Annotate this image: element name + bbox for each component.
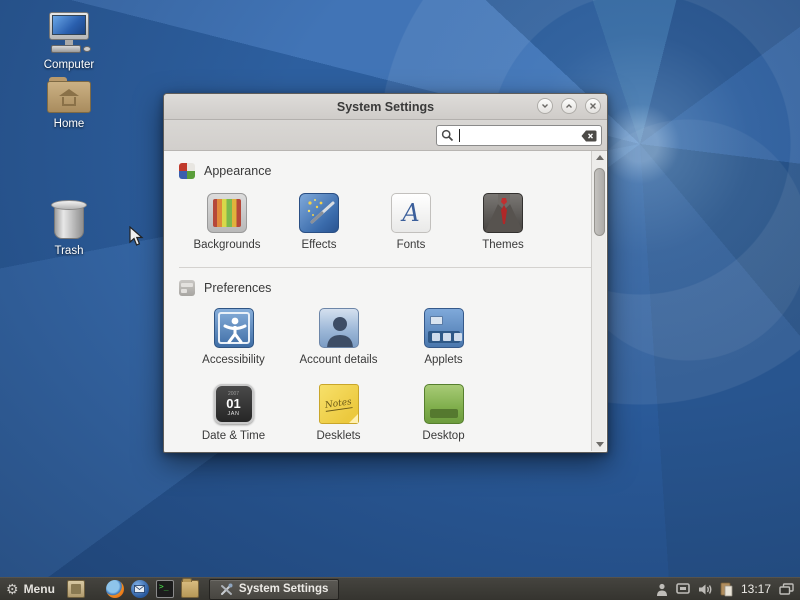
applets-label: Applets	[424, 354, 462, 366]
search-input[interactable]	[460, 129, 581, 143]
system-tray: 13:17	[656, 578, 800, 600]
appearance-section-label: Appearance	[204, 164, 271, 178]
home-folder-icon	[47, 75, 91, 115]
account-details-label: Account details	[300, 354, 378, 366]
system-settings-task-icon	[220, 583, 233, 596]
preferences-grid-row1: Accessibility Account details	[181, 308, 606, 366]
taskbar-launchers	[67, 580, 199, 598]
settings-item-accessibility[interactable]: Accessibility	[181, 308, 286, 366]
search-toolbar	[164, 120, 607, 151]
task-button-system-settings[interactable]: System Settings	[209, 579, 339, 600]
desktop-icon-computer[interactable]: Computer	[26, 12, 112, 71]
desktop-icon-home[interactable]: Home	[26, 75, 112, 130]
window-controls	[537, 98, 601, 114]
section-header-appearance: Appearance	[179, 163, 606, 179]
vertical-scrollbar[interactable]	[591, 151, 606, 451]
clear-search-icon[interactable]	[581, 130, 597, 142]
section-header-preferences: Preferences	[179, 280, 606, 296]
desktop-icon-trash[interactable]: Trash	[26, 200, 112, 257]
user-applet-icon[interactable]	[656, 583, 668, 596]
mail-client-icon[interactable]	[131, 580, 149, 598]
menu-gear-icon: ⚙	[6, 582, 19, 596]
volume-applet-icon[interactable]	[698, 583, 712, 596]
system-settings-window: System Settings	[163, 93, 608, 453]
date-time-label: Date & Time	[202, 430, 265, 442]
mouse-cursor	[129, 226, 144, 252]
settings-content: Appearance Backgrounds	[165, 151, 606, 451]
backgrounds-icon	[207, 193, 247, 233]
clock[interactable]: 13:17	[741, 582, 771, 596]
search-box[interactable]	[436, 125, 602, 146]
minimize-button[interactable]	[537, 98, 553, 114]
window-titlebar[interactable]: System Settings	[164, 94, 607, 120]
file-manager-icon[interactable]	[181, 580, 199, 598]
fonts-label: Fonts	[397, 239, 426, 251]
desktop-settings-icon	[424, 384, 464, 424]
menu-button[interactable]: ⚙ Menu	[0, 578, 63, 600]
fonts-icon-letter: A	[402, 201, 419, 225]
task-button-label: System Settings	[239, 583, 328, 595]
settings-item-date-time[interactable]: 2007 01 JAN Date & Time	[181, 384, 286, 442]
settings-item-effects[interactable]: Effects	[273, 193, 365, 251]
section-divider	[179, 267, 592, 268]
applets-icon	[424, 308, 464, 348]
scrollbar-up-arrow[interactable]	[592, 151, 606, 164]
trash-bin-icon	[49, 200, 89, 242]
desklets-label: Desklets	[316, 430, 360, 442]
effects-icon	[299, 193, 339, 233]
settings-item-desktop[interactable]: Desktop	[391, 384, 496, 442]
date-icon-day: 01	[226, 397, 240, 411]
accessibility-icon	[214, 308, 254, 348]
scrollbar-down-arrow[interactable]	[592, 438, 606, 451]
fonts-icon: A	[391, 193, 431, 233]
window-list-applet-icon[interactable]	[779, 583, 794, 595]
settings-item-account-details[interactable]: Account details	[286, 308, 391, 366]
themes-icon	[483, 193, 523, 233]
terminal-icon[interactable]	[156, 580, 174, 598]
taskbar: ⚙ Menu System Settings 13:17	[0, 577, 800, 600]
appearance-grid: Backgrounds Effects	[181, 193, 606, 251]
settings-item-applets[interactable]: Applets	[391, 308, 496, 366]
settings-item-themes[interactable]: Themes	[457, 193, 549, 251]
trash-icon-label: Trash	[55, 245, 84, 257]
window-title: System Settings	[337, 100, 434, 114]
settings-item-desklets[interactable]: Notes Desklets	[286, 384, 391, 442]
preferences-section-label: Preferences	[204, 281, 271, 295]
clipboard-applet-icon[interactable]	[720, 582, 733, 597]
scrollbar-thumb[interactable]	[594, 168, 605, 236]
preferences-grid-row2: 2007 01 JAN Date & Time Notes Desklets D…	[181, 384, 606, 442]
computer-icon	[45, 12, 93, 56]
desklets-icon: Notes	[319, 384, 359, 424]
settings-item-fonts[interactable]: A Fonts	[365, 193, 457, 251]
desktop-label: Desktop	[422, 430, 464, 442]
computer-icon-label: Computer	[44, 59, 95, 71]
appearance-section-icon	[179, 163, 195, 179]
close-button[interactable]	[585, 98, 601, 114]
show-desktop-icon[interactable]	[67, 580, 85, 598]
date-time-icon: 2007 01 JAN	[214, 384, 254, 424]
account-details-icon	[319, 308, 359, 348]
maximize-button[interactable]	[561, 98, 577, 114]
settings-item-backgrounds[interactable]: Backgrounds	[181, 193, 273, 251]
themes-label: Themes	[482, 239, 524, 251]
home-icon-label: Home	[54, 118, 85, 130]
firefox-icon[interactable]	[106, 580, 124, 598]
backgrounds-label: Backgrounds	[193, 239, 260, 251]
search-icon	[441, 129, 454, 142]
desklets-icon-text: Notes	[324, 397, 352, 412]
menu-label: Menu	[24, 582, 55, 596]
display-applet-icon[interactable]	[676, 583, 690, 595]
date-icon-month: JAN	[228, 411, 240, 417]
accessibility-label: Accessibility	[202, 354, 265, 366]
effects-label: Effects	[302, 239, 337, 251]
preferences-section-icon	[179, 280, 195, 296]
